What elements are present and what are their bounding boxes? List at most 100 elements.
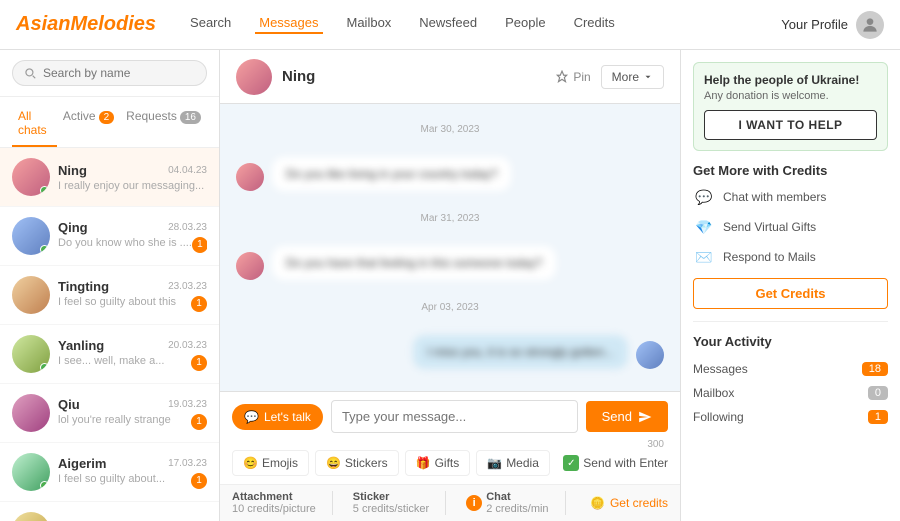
avatar: [636, 341, 664, 369]
get-credits-footer-button[interactable]: 🪙 Get credits: [590, 496, 668, 510]
send-with-enter: ✓ Send with Enter: [563, 455, 668, 471]
message-row: Do you have that feeling in this someone…: [236, 246, 664, 280]
avatar: [236, 252, 264, 280]
avatar: [856, 11, 884, 39]
avatar: [12, 335, 50, 373]
chat-preview: I really enjoy our messaging...: [58, 180, 204, 192]
message-input[interactable]: [331, 400, 578, 433]
emojis-button[interactable]: 😊 Emojis: [232, 450, 309, 476]
header: AsianMelodies Search Messages Mailbox Ne…: [0, 0, 900, 50]
avatar: [12, 512, 50, 521]
chat-name: Ning: [58, 163, 87, 178]
info-icon-container: i: [466, 495, 482, 511]
activity-row-mailbox: Mailbox 0: [693, 381, 888, 405]
profile-label: Your Profile: [781, 17, 848, 32]
media-button[interactable]: 📷 Media: [476, 450, 550, 476]
tab-active[interactable]: Active2: [57, 105, 120, 147]
ukraine-title: Help the people of Ukraine!: [704, 73, 877, 87]
list-item[interactable]: Assem 11.03.23: [0, 502, 219, 521]
list-item[interactable]: Qiu 19.03.23 lol you're really strange 1: [0, 384, 219, 443]
nav-search[interactable]: Search: [186, 15, 235, 34]
avatar: [12, 158, 50, 196]
search-input[interactable]: [43, 66, 196, 80]
chat-preview: lol you're really strange: [58, 414, 171, 430]
logo: AsianMelodies: [16, 13, 156, 36]
nav-messages[interactable]: Messages: [255, 15, 322, 34]
unread-badge: 1: [192, 237, 207, 253]
sticker-icon: 😄: [326, 456, 341, 470]
ukraine-button[interactable]: I WANT TO HELP: [704, 110, 877, 140]
media-icon: 📷: [487, 456, 502, 470]
chat-name: Yanling: [58, 338, 104, 353]
chat-info-credits: Chat 2 credits/min: [486, 491, 565, 515]
nav-credits[interactable]: Credits: [570, 15, 619, 34]
list-item[interactable]: Tingting 23.03.23 I feel so guilty about…: [0, 266, 219, 325]
list-item[interactable]: Ning 04.04.23 I really enjoy our messagi…: [0, 148, 219, 207]
chat-header: Ning Pin More: [220, 50, 680, 104]
unread-badge: 1: [191, 414, 207, 430]
chat-preview: I feel so guilty about...: [58, 473, 165, 489]
tab-all-chats[interactable]: All chats: [12, 105, 57, 147]
chat-info: Qing 28.03.23 Do you know who she is ...…: [58, 220, 207, 253]
search-container[interactable]: [12, 60, 207, 86]
avatar: [12, 394, 50, 432]
ukraine-donation-box: Help the people of Ukraine! Any donation…: [693, 62, 888, 151]
tab-requests[interactable]: Requests16: [120, 105, 207, 147]
chat-preview: Do you know who she is ....: [58, 237, 192, 253]
get-credits-main-button[interactable]: Get Credits: [693, 278, 888, 309]
chat-icon: 💬: [693, 186, 715, 208]
header-profile[interactable]: Your Profile: [781, 11, 884, 39]
char-count: 300: [232, 439, 668, 450]
chat-date: 04.04.23: [168, 165, 207, 176]
online-indicator: [40, 186, 49, 195]
activity-title: Your Activity: [693, 334, 888, 349]
chat-name: Tingting: [58, 279, 109, 294]
gifts-button[interactable]: 🎁 Gifts: [405, 450, 471, 476]
activity-badge: 0: [868, 386, 888, 400]
message-bubble: Do you like living in your country today…: [272, 157, 511, 191]
activity-badge: 18: [862, 362, 888, 376]
pin-button[interactable]: Pin: [555, 70, 590, 84]
chat-preview: I feel so guilty about this: [58, 296, 176, 312]
list-item[interactable]: Aigerim 17.03.23 I feel so guilty about.…: [0, 443, 219, 502]
avatar: [12, 276, 50, 314]
lets-talk-button[interactable]: 💬 Let's talk: [232, 404, 323, 430]
message-bubble: Do you have that feeling in this someone…: [272, 246, 556, 280]
credits-feature: ✉️ Respond to Mails: [693, 246, 888, 268]
checkbox-icon: ✓: [563, 455, 579, 471]
chat-date: 28.03.23: [168, 222, 207, 233]
active-badge: 2: [99, 111, 115, 124]
chat-header-name: Ning: [282, 68, 545, 85]
nav-mailbox[interactable]: Mailbox: [343, 15, 396, 34]
send-button[interactable]: Send: [586, 401, 668, 432]
chat-tabs: All chats Active2 Requests16: [0, 97, 219, 148]
pin-icon: [555, 70, 569, 84]
mail-icon: ✉️: [693, 246, 715, 268]
send-icon: [638, 410, 652, 424]
info-icon: i: [466, 495, 482, 511]
nav-newsfeed[interactable]: Newsfeed: [415, 15, 481, 34]
message-row: I miss you, it is so strongly gotten...: [236, 335, 664, 369]
online-indicator: [40, 481, 49, 490]
sidebar: All chats Active2 Requests16 Ning 04.04.…: [0, 50, 220, 521]
divider: [693, 321, 888, 322]
more-button[interactable]: More: [601, 65, 664, 89]
credits-feature: 💎 Send Virtual Gifts: [693, 216, 888, 238]
search-icon: [23, 66, 37, 80]
chat-name: Qiu: [58, 397, 80, 412]
message-time: Apr 03, 2023: [236, 302, 664, 313]
unread-badge: 1: [191, 296, 207, 312]
message-input-row: 💬 Let's talk Send: [232, 400, 668, 433]
chat-date: 17.03.23: [168, 458, 207, 469]
sticker-info: Sticker 5 credits/sticker: [353, 491, 446, 515]
activity-badge: 1: [868, 410, 888, 424]
activity-row-messages: Messages 18: [693, 357, 888, 381]
list-item[interactable]: Qing 28.03.23 Do you know who she is ...…: [0, 207, 219, 266]
chat-info: Yanling 20.03.23 I see... well, make a..…: [58, 338, 207, 371]
list-item[interactable]: Yanling 20.03.23 I see... well, make a..…: [0, 325, 219, 384]
online-indicator: [40, 245, 49, 254]
nav-people[interactable]: People: [501, 15, 549, 34]
online-indicator: [40, 363, 49, 372]
stickers-button[interactable]: 😄 Stickers: [315, 450, 399, 476]
message-time: Mar 31, 2023: [236, 213, 664, 224]
